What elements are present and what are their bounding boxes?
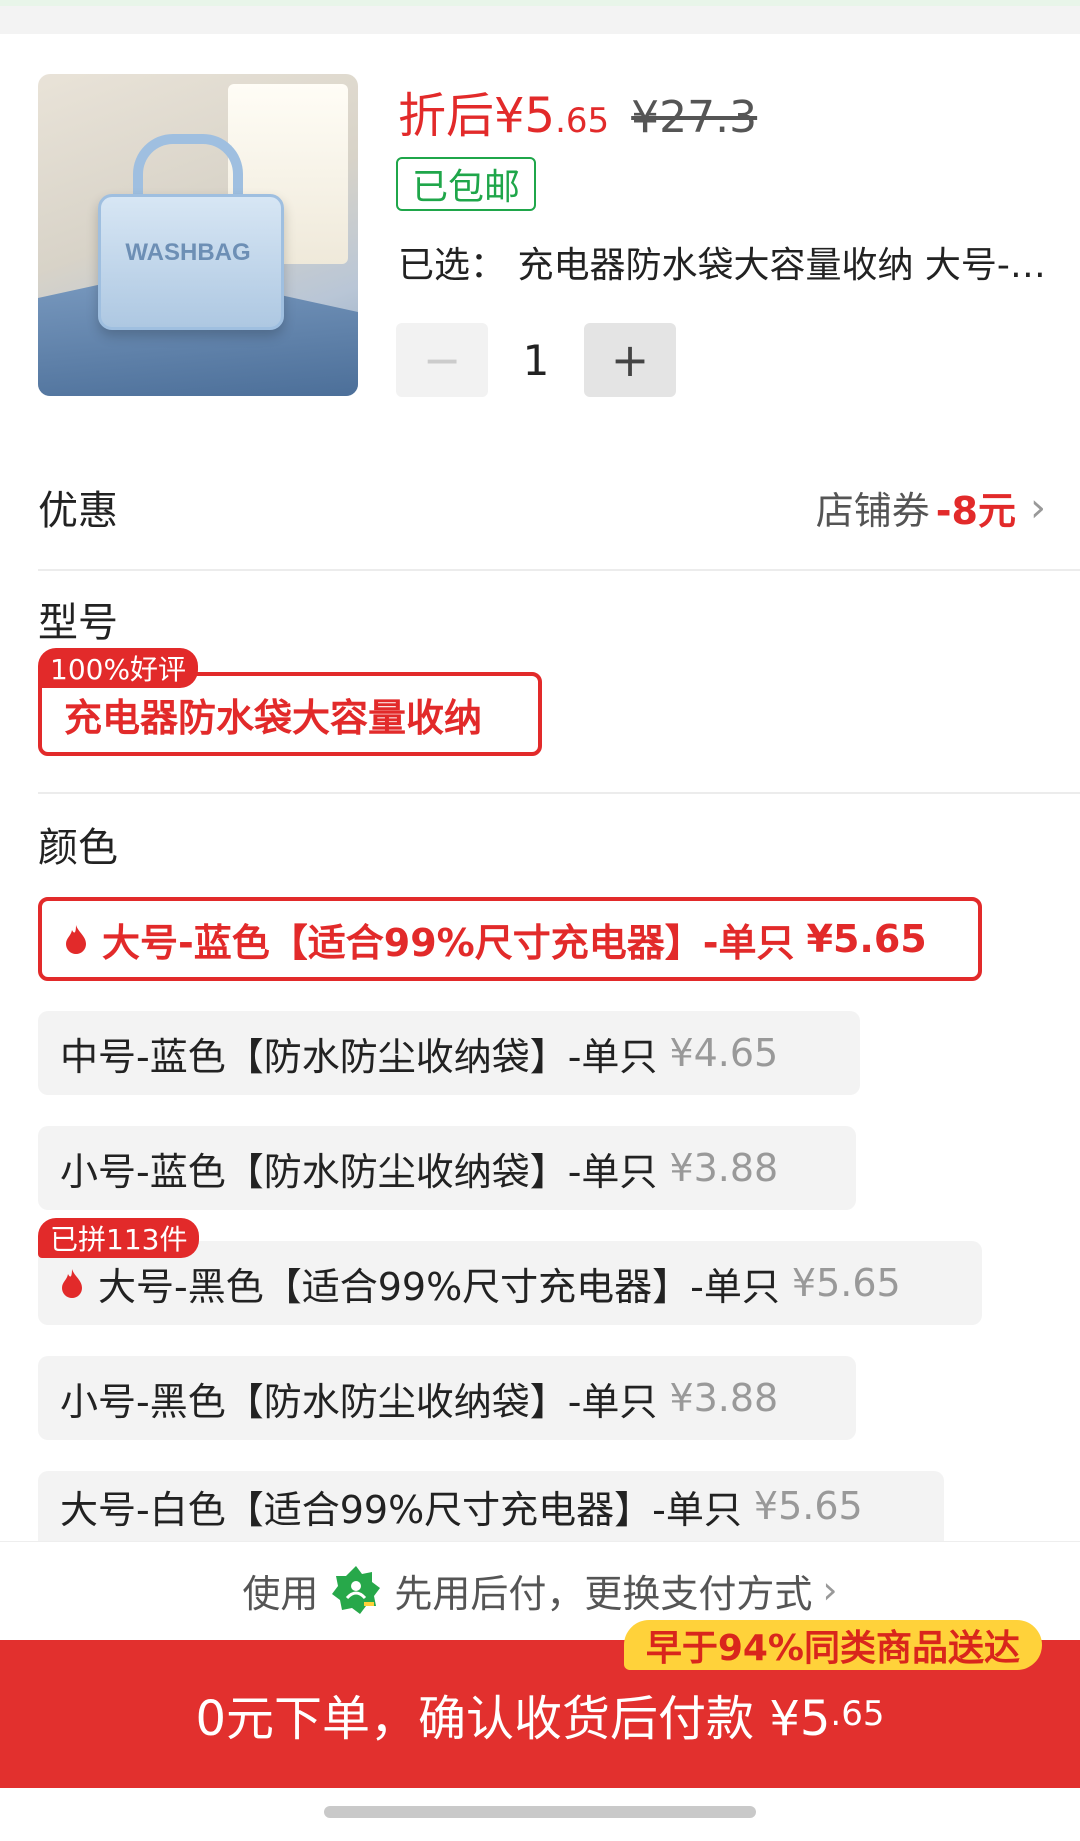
store-coupon-link[interactable]: 店铺券 -8元 › <box>816 480 1046 535</box>
color-option[interactable]: 大号-白色【适合99%尺寸充电器】-单只 ¥5.65 <box>38 1471 944 1541</box>
model-option-label: 充电器防水袋大容量收纳 <box>64 695 483 740</box>
color-option-price: ¥3.88 <box>669 1376 779 1420</box>
payment-prefix: 使用 <box>242 1571 319 1616</box>
status-bar-strip <box>0 0 1080 34</box>
rating-tag: 100%好评 <box>38 648 199 688</box>
color-option-label: 大号-蓝色【适合99%尺寸充电器】-单只 <box>102 920 795 965</box>
flame-icon <box>62 1269 82 1298</box>
chevron-right-icon: › <box>1030 484 1046 531</box>
color-option[interactable]: 小号-蓝色【防水防尘收纳袋】-单只 ¥3.88 <box>38 1126 856 1210</box>
quantity-stepper: − 1 + <box>396 323 676 397</box>
color-option-price: ¥4.65 <box>669 1031 779 1075</box>
increase-quantity-button[interactable]: + <box>584 323 676 397</box>
color-option-label: 中号-蓝色【防水防尘收纳袋】-单只 <box>60 1034 658 1079</box>
color-option-price: ¥5.65 <box>806 917 927 961</box>
group-buy-tag: 已拼113件 <box>38 1218 200 1258</box>
pay-later-icon <box>332 1566 381 1614</box>
discount-label: 优惠 <box>38 488 118 534</box>
thumb-bag-text: WASHBAG <box>125 239 251 266</box>
delivery-speed-badge: 早于94%同类商品送达 <box>623 1620 1042 1670</box>
product-thumbnail[interactable]: WASHBAG <box>38 74 358 396</box>
chevron-right-icon: › <box>822 1568 838 1612</box>
color-label: 颜色 <box>38 825 118 871</box>
color-option-price: ¥3.88 <box>669 1146 779 1190</box>
color-option-label: 小号-黑色【防水防尘收纳袋】-单只 <box>60 1379 658 1424</box>
color-option-selected[interactable]: 大号-蓝色【适合99%尺寸充电器】-单只 ¥5.65 <box>38 897 982 981</box>
free-shipping-badge: 已包邮 <box>396 157 536 211</box>
place-order-cents: .65 <box>830 1694 885 1734</box>
divider <box>38 569 1080 571</box>
color-option-label: 大号-白色【适合99%尺寸充电器】-单只 <box>60 1487 742 1532</box>
coupon-label: 店铺券 <box>815 489 930 533</box>
flame-icon <box>66 925 86 954</box>
color-option[interactable]: 小号-黑色【防水防尘收纳袋】-单只 ¥3.88 <box>38 1356 856 1440</box>
coupon-amount: -8元 <box>935 489 1016 533</box>
place-order-label: 0元下单，确认收货后付款 ¥5 <box>195 1691 831 1747</box>
payment-method-text: 先用后付，更换支付方式 <box>394 1571 813 1616</box>
model-label: 型号 <box>38 600 118 646</box>
color-option-label: 大号-黑色【适合99%尺寸充电器】-单只 <box>98 1264 780 1309</box>
color-option-price: ¥5.65 <box>791 1261 901 1305</box>
quantity-value[interactable]: 1 <box>488 336 584 385</box>
color-option[interactable]: 中号-蓝色【防水防尘收纳袋】-单只 ¥4.65 <box>38 1011 860 1095</box>
home-indicator[interactable] <box>324 1806 756 1818</box>
original-price: ¥27.3 <box>631 92 758 143</box>
divider <box>38 792 1080 794</box>
color-option-price: ¥5.65 <box>753 1484 863 1528</box>
discounted-price: 折后¥5.65 <box>398 88 610 144</box>
selected-variant-text: 已选： 充电器防水袋大容量收纳 大号-蓝色【适合99%尺寸充电器】-单只 <box>398 245 1048 286</box>
color-option-label: 小号-蓝色【防水防尘收纳袋】-单只 <box>60 1149 658 1194</box>
decrease-quantity-button[interactable]: − <box>396 323 488 397</box>
price-row: 折后¥5.65 ¥27.3 <box>398 76 758 144</box>
